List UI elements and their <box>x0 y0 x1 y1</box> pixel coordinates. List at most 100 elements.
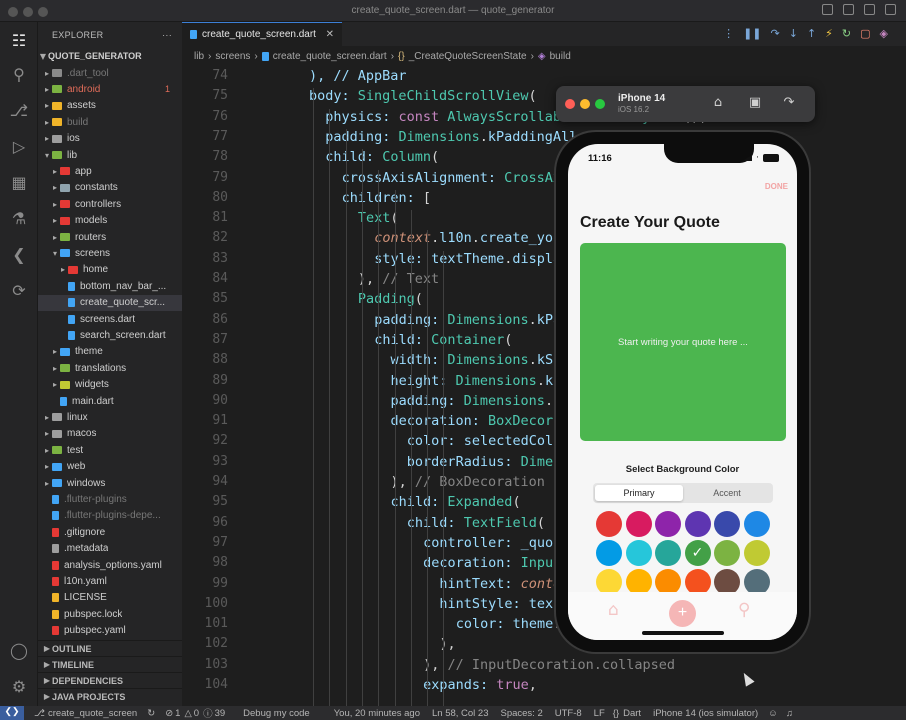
restart-icon[interactable]: ↻ <box>842 27 851 40</box>
timeline-section[interactable]: ▶ TIMELINE <box>38 656 182 672</box>
dependencies-section[interactable]: ▶ DEPENDENCIES <box>38 672 182 688</box>
remote-icon[interactable]: ⟳ <box>9 280 29 300</box>
step-out-icon[interactable]: ↑ <box>807 27 816 40</box>
account-icon[interactable]: ◯ <box>9 640 29 660</box>
rotate-icon[interactable]: ↷ <box>780 95 798 113</box>
line-endings[interactable]: LF <box>594 708 605 719</box>
quote-input-box[interactable]: Start writing your quote here ... <box>580 243 786 441</box>
breadcrumb-item[interactable]: lib <box>194 51 204 62</box>
folder-item[interactable]: ▸ assets <box>38 98 182 114</box>
folder-item[interactable]: ▸ ios <box>38 131 182 147</box>
toggle-panel-icon[interactable] <box>843 4 854 15</box>
screenshot-icon[interactable]: ▣ <box>746 95 764 113</box>
tab-primary[interactable]: Primary <box>595 485 683 501</box>
pause-icon[interactable]: ❚❚ <box>743 27 761 40</box>
testing-icon[interactable]: ⚗ <box>9 208 29 228</box>
devtools-icon[interactable]: ◈ <box>880 27 888 40</box>
search-icon[interactable]: ⚲ <box>738 600 750 620</box>
file-item[interactable]: .flutter-plugins-depe... <box>38 508 182 524</box>
step-into-icon[interactable]: ↓ <box>789 27 798 40</box>
tab-accent[interactable]: Accent <box>683 485 771 501</box>
outline-section[interactable]: ▶ OUTLINE <box>38 640 182 656</box>
done-button[interactable]: DONE <box>765 182 788 191</box>
hot-reload-icon[interactable]: ⚡ <box>825 27 833 40</box>
files-icon[interactable]: ☷ <box>9 30 29 50</box>
extensions-icon[interactable]: ▦ <box>9 172 29 192</box>
git-branch[interactable]: create_quote_screen <box>48 708 137 719</box>
close-tab-icon[interactable]: ✕ <box>326 29 334 40</box>
stop-icon[interactable]: ▢ <box>860 27 870 40</box>
folder-item[interactable]: ▸ constants <box>38 180 182 196</box>
tab-create-quote-screen[interactable]: create_quote_screen.dart ✕ <box>182 22 342 46</box>
file-item[interactable]: search_screen.dart <box>38 327 182 343</box>
run-debug-icon[interactable]: ▷ <box>9 136 29 156</box>
color-swatch-selected[interactable]: ✓ <box>684 540 711 566</box>
folder-item[interactable]: ▸ home <box>38 262 182 278</box>
folder-item[interactable]: ▸ test <box>38 442 182 458</box>
file-item[interactable]: LICENSE <box>38 590 182 606</box>
folder-item[interactable]: ▸ macos <box>38 426 182 442</box>
file-item[interactable]: l10n.yaml <box>38 573 182 589</box>
file-item[interactable]: pubspec.yaml <box>38 623 182 639</box>
color-swatch[interactable] <box>714 540 740 566</box>
folder-item[interactable]: ▸ web <box>38 459 182 475</box>
color-swatch[interactable] <box>625 540 652 566</box>
encoding[interactable]: UTF-8 <box>555 708 582 719</box>
folder-item[interactable]: ▸ widgets <box>38 377 182 393</box>
language-mode[interactable]: Dart <box>623 708 641 719</box>
remote-indicator-icon[interactable]: ❮❯ <box>0 706 24 720</box>
file-item[interactable]: create_quote_scr... <box>38 294 182 311</box>
file-item[interactable]: analysis_options.yaml <box>38 557 182 573</box>
info-count[interactable]: 39 <box>215 708 226 719</box>
flutter-device[interactable]: iPhone 14 (ios simulator) <box>653 708 758 719</box>
color-swatch[interactable] <box>743 511 770 537</box>
debug-drag-icon[interactable]: ⋮ <box>723 27 734 40</box>
color-swatch[interactable] <box>743 540 770 566</box>
folder-item[interactable]: ▸ models <box>38 213 182 229</box>
feedback-icon[interactable]: ☺ <box>768 708 778 719</box>
file-item[interactable]: .gitignore <box>38 524 182 540</box>
simulator-close-button[interactable] <box>565 99 575 109</box>
home-icon[interactable]: ⌂ <box>709 95 727 113</box>
folder-item[interactable]: ▸ app <box>38 163 182 179</box>
file-item[interactable]: bottom_nav_bar_... <box>38 278 182 294</box>
simulator-minimize-button[interactable] <box>580 99 590 109</box>
folder-item[interactable]: ▸ translations <box>38 360 182 376</box>
toggle-secondary-sidebar-icon[interactable] <box>864 4 875 15</box>
step-over-icon[interactable]: ↷ <box>771 27 780 40</box>
more-actions-icon[interactable]: ··· <box>162 30 172 40</box>
folder-item[interactable]: ▸ theme <box>38 344 182 360</box>
error-count[interactable]: 1 <box>175 708 180 719</box>
project-root[interactable]: ▼ QUOTE_GENERATOR <box>38 48 182 64</box>
color-swatch[interactable] <box>596 511 622 537</box>
source-control-icon[interactable]: ⎇ <box>9 100 29 120</box>
folder-item[interactable]: ▸ routers <box>38 229 182 245</box>
debug-target[interactable]: Debug my code <box>243 708 310 719</box>
breadcrumb-item[interactable]: create_quote_screen.dart <box>273 51 387 62</box>
customize-layout-icon[interactable] <box>885 4 896 15</box>
color-swatch[interactable] <box>655 540 681 566</box>
cursor-position[interactable]: Ln 58, Col 23 <box>432 708 489 719</box>
git-blame[interactable]: You, 20 minutes ago <box>334 708 420 719</box>
color-swatch[interactable] <box>684 511 711 537</box>
color-swatch[interactable] <box>714 511 740 537</box>
file-item[interactable]: .flutter-plugins <box>38 491 182 507</box>
color-swatch[interactable] <box>625 511 652 537</box>
file-item[interactable]: screens.dart <box>38 311 182 327</box>
file-item[interactable]: pubspec.lock <box>38 606 182 622</box>
file-item[interactable]: main.dart <box>38 393 182 409</box>
simulator-zoom-button[interactable] <box>595 99 605 109</box>
color-swatch[interactable] <box>655 511 681 537</box>
file-item[interactable]: .metadata <box>38 541 182 557</box>
warning-count[interactable]: 0 <box>194 708 199 719</box>
folder-item[interactable]: ▸ windows <box>38 475 182 491</box>
search-icon[interactable]: ⚲ <box>9 64 29 84</box>
folder-item[interactable]: ▸ .dart_tool <box>38 65 182 81</box>
flutter-icon[interactable]: ❮ <box>9 244 29 264</box>
toggle-sidebar-icon[interactable] <box>822 4 833 15</box>
home-icon[interactable]: ⌂ <box>608 600 619 620</box>
breadcrumb-item[interactable]: _CreateQuoteScreenState <box>409 51 527 62</box>
folder-item[interactable]: ▾ screens <box>38 245 182 261</box>
folder-item[interactable]: ▸ build <box>38 114 182 130</box>
folder-item[interactable]: ▸ android 1 <box>38 81 182 97</box>
